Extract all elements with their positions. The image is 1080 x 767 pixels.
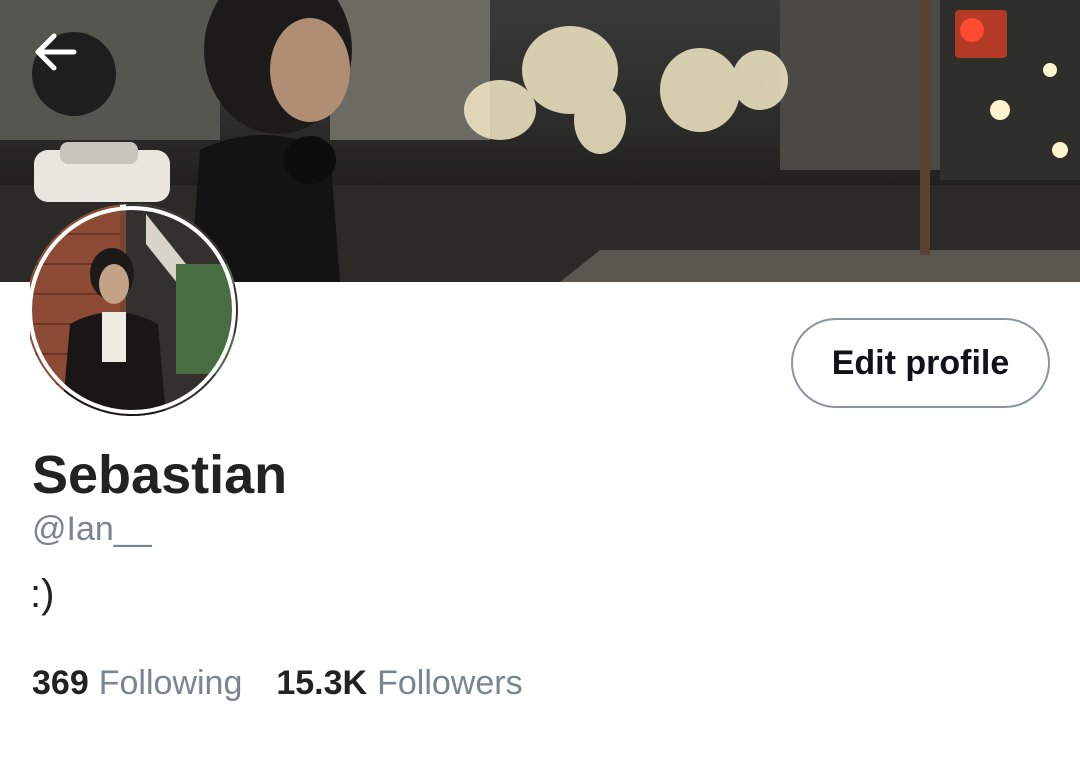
bio: :) bbox=[30, 572, 55, 616]
profile-stats: 369 Following 15.3K Followers bbox=[32, 664, 523, 703]
back-button[interactable] bbox=[32, 32, 116, 116]
avatar[interactable] bbox=[26, 204, 238, 416]
followers-label: Followers bbox=[377, 664, 523, 702]
following-label: Following bbox=[98, 664, 243, 702]
handle: @Ian__ bbox=[32, 510, 152, 548]
following-count: 369 bbox=[32, 664, 89, 702]
followers-count: 15.3K bbox=[276, 664, 368, 702]
display-name: Sebastian bbox=[32, 445, 288, 505]
edit-profile-button[interactable]: Edit profile bbox=[791, 318, 1050, 408]
following-stat[interactable]: 369 Following bbox=[32, 664, 242, 703]
followers-stat[interactable]: 15.3K Followers bbox=[276, 664, 522, 703]
